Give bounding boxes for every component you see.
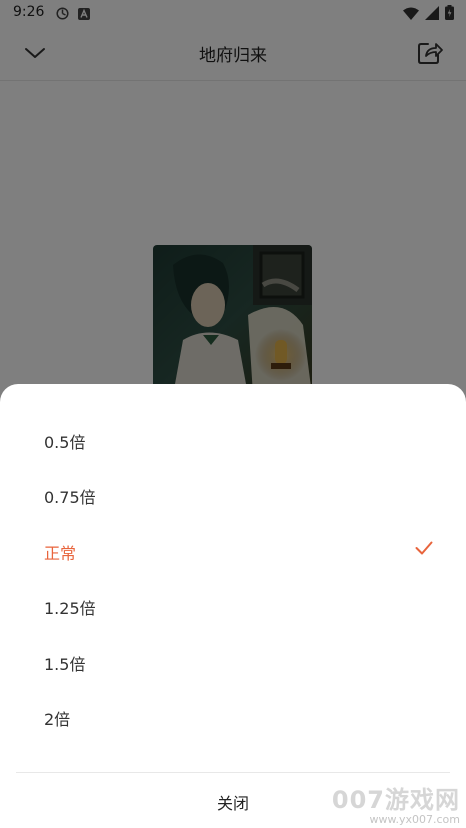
speed-option-1-25x[interactable]: 1.25倍 (0, 577, 466, 632)
speed-option-label: 2倍 (44, 710, 71, 729)
speed-option-label: 0.5倍 (44, 433, 86, 452)
site-watermark: 007游戏网 www.yx007.com (332, 780, 460, 826)
speed-option-0-75x[interactable]: 0.75倍 (0, 466, 466, 521)
speed-option-label: 0.75倍 (44, 488, 96, 507)
speed-option-label: 1.5倍 (44, 655, 86, 674)
speed-option-0-5x[interactable]: 0.5倍 (0, 411, 466, 466)
checkmark-icon (415, 540, 433, 559)
speed-option-normal[interactable]: 正常 (0, 522, 466, 577)
speed-option-label: 正常 (44, 544, 77, 563)
playback-speed-sheet: 0.5倍 0.75倍 正常 1.25倍 1.5倍 2倍 关闭 (0, 384, 466, 828)
watermark-logo-text: 007游戏网 (331, 786, 460, 814)
speed-option-label: 1.25倍 (44, 599, 96, 618)
speed-option-2x[interactable]: 2倍 (0, 688, 466, 743)
speed-option-1-5x[interactable]: 1.5倍 (0, 633, 466, 688)
